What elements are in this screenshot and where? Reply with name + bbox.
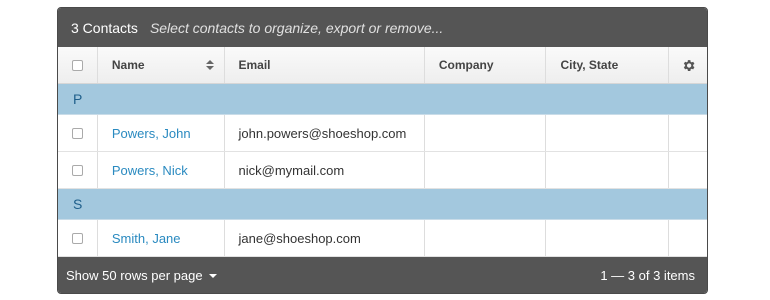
contact-company (425, 220, 547, 256)
group-letter: P (73, 91, 83, 107)
contact-email: nick@mymail.com (225, 152, 425, 188)
contacts-panel: 3 Contacts Select contacts to organize, … (57, 7, 708, 294)
column-label-city-state: City, State (560, 58, 619, 72)
table-header: Name Email Company City, State (58, 47, 707, 84)
selection-hint: Select contacts to organize, export or r… (149, 19, 444, 36)
sort-icon[interactable] (205, 60, 214, 70)
contact-city-state (546, 152, 670, 188)
row-empty-cell (669, 152, 707, 188)
contact-name-link[interactable]: Smith, Jane (98, 220, 225, 256)
contact-city-state (546, 115, 670, 151)
column-header-email[interactable]: Email (225, 47, 425, 83)
pagination-status: 1 — 3 of 3 items (600, 267, 695, 283)
rows-per-page-label: Show 50 rows per page (66, 267, 203, 283)
group-header-p: P (58, 84, 707, 115)
gear-icon[interactable] (681, 58, 696, 73)
contact-name-link[interactable]: Powers, John (98, 115, 225, 151)
group-letter: S (73, 196, 83, 212)
select-all-checkbox[interactable] (71, 59, 83, 71)
row-checkbox[interactable] (71, 164, 83, 176)
row-select-cell (58, 220, 98, 256)
column-header-name[interactable]: Name (98, 47, 225, 83)
column-label-email: Email (238, 58, 271, 72)
contact-company (425, 115, 547, 151)
contact-email: jane@shoeshop.com (225, 220, 425, 256)
row-select-cell (58, 152, 98, 188)
column-label-name: Name (111, 58, 145, 72)
rows-per-page-dropdown[interactable]: Show 50 rows per page (66, 268, 217, 283)
row-select-cell (58, 115, 98, 151)
contact-city-state (546, 220, 670, 256)
row-empty-cell (669, 115, 707, 151)
contact-email: john.powers@shoeshop.com (225, 115, 425, 151)
header-select-cell (58, 47, 98, 83)
row-checkbox[interactable] (71, 232, 83, 244)
table-row: Powers, John john.powers@shoeshop.com (58, 115, 707, 152)
row-empty-cell (669, 220, 707, 256)
column-settings-cell (669, 47, 707, 83)
contact-name-link[interactable]: Powers, Nick (98, 152, 225, 188)
table-footer: Show 50 rows per page 1 — 3 of 3 items (58, 257, 707, 293)
column-header-company[interactable]: Company (425, 47, 547, 83)
chevron-down-icon (208, 274, 217, 279)
column-header-city-state[interactable]: City, State (546, 47, 670, 83)
table-row: Smith, Jane jane@shoeshop.com (58, 220, 707, 257)
contact-company (425, 152, 547, 188)
contact-count: 3 Contacts (71, 19, 138, 36)
table-row: Powers, Nick nick@mymail.com (58, 152, 707, 189)
row-checkbox[interactable] (71, 127, 83, 139)
column-label-company: Company (438, 58, 494, 72)
selection-bar: 3 Contacts Select contacts to organize, … (58, 8, 707, 47)
group-header-s: S (58, 189, 707, 220)
